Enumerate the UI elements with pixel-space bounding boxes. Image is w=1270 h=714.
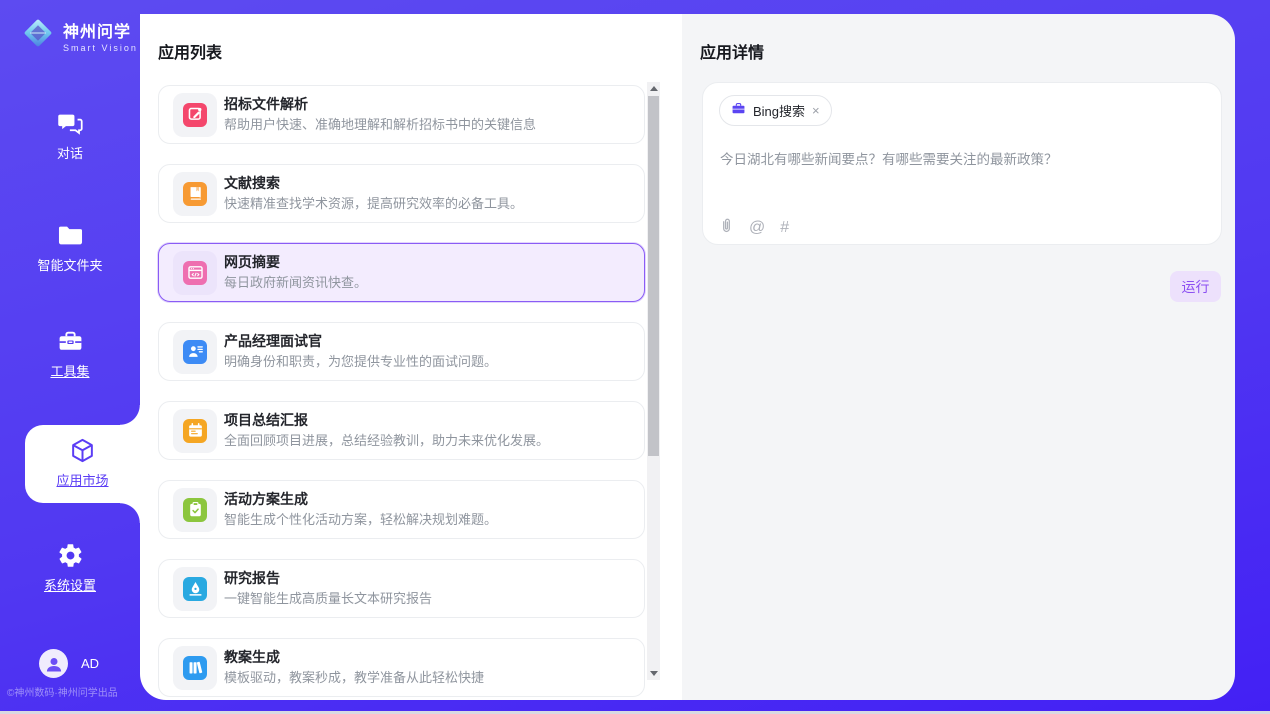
prompt-input-card[interactable]: Bing搜索 × 今日湖北有哪些新闻要点？有哪些需要关注的最新政策？ @ # (702, 82, 1222, 245)
folder-icon (57, 222, 84, 249)
app-icon-tile (173, 646, 217, 690)
app-icon-tile (173, 567, 217, 611)
app-list-title: 应用列表 (158, 39, 222, 63)
person-icon (44, 654, 64, 674)
list-scrollbar-thumb[interactable] (648, 96, 659, 456)
avatar[interactable] (39, 649, 68, 678)
at-icon[interactable]: @ (749, 220, 765, 236)
app-card-name: 教案生成 (224, 649, 484, 666)
app-icon-tile (173, 488, 217, 532)
sidebar-item-label: 系统设置 (44, 578, 96, 593)
app-card-description: 每日政府新闻资讯快查。 (224, 274, 367, 291)
document-edit-icon (183, 103, 207, 127)
app-card-description: 模板驱动，教案秒成，教学准备从此轻松快捷 (224, 669, 484, 686)
sidebar-item-label: 智能文件夹 (37, 258, 102, 273)
sidebar-item-label: 对话 (57, 146, 83, 161)
app-icon-tile (173, 172, 217, 216)
app-logo: 神州问学 Smart Vision (20, 15, 138, 56)
logo-gem-icon (20, 15, 56, 56)
app-icon-tile (173, 409, 217, 453)
app-card-description: 一键智能生成高质量长文本研究报告 (224, 590, 432, 607)
sidebar: 神州问学 Smart Vision 对话智能文件夹工具集应用市场系统设置 AD … (0, 0, 140, 714)
app-card-description: 帮助用户快速、准确地理解和解析招标书中的关键信息 (224, 116, 536, 133)
scroll-up-arrow-icon[interactable] (647, 82, 660, 95)
sidebar-item-label: 工具集 (50, 364, 89, 379)
app-card-description: 明确身份和职责，为您提供专业性的面试问题。 (224, 353, 497, 370)
copyright-footer: ©神州数码·神州问学出品 (7, 684, 137, 699)
app-icon-tile (173, 93, 217, 137)
app-card-name: 研究报告 (224, 570, 432, 587)
attach-toolbar: @ # (719, 217, 789, 239)
tool-chip-bing-search[interactable]: Bing搜索 × (719, 95, 832, 126)
chat-icon (57, 110, 84, 137)
app-card[interactable]: 产品经理面试官明确身份和职责，为您提供专业性的面试问题。 (158, 322, 645, 381)
app-card-name: 项目总结汇报 (224, 412, 549, 429)
toolbox-icon (57, 328, 84, 355)
app-card[interactable]: 文献搜索快速精准查找学术资源，提高研究效率的必备工具。 (158, 164, 645, 223)
sidebar-item-folders[interactable]: 智能文件夹 (0, 222, 140, 275)
app-card-description: 快速精准查找学术资源，提高研究效率的必备工具。 (224, 195, 523, 212)
app-detail-title: 应用详情 (700, 39, 764, 63)
cube-icon (69, 437, 96, 464)
sidebar-item-market[interactable]: 应用市场 (25, 425, 140, 503)
app-card-name: 活动方案生成 (224, 491, 497, 508)
logo-title: 神州问学 (63, 18, 138, 42)
logo-subtitle: Smart Vision (63, 43, 138, 53)
run-button[interactable]: 运行 (1170, 271, 1221, 302)
briefcase-icon (731, 101, 746, 121)
app-detail-panel: 应用详情 Bing搜索 × 今日湖北有哪些新闻要点？有哪些需要关注的最新政策？ (682, 14, 1235, 700)
app-card-name: 文献搜索 (224, 175, 523, 192)
app-icon-tile (173, 330, 217, 374)
clipboard-check-icon (183, 498, 207, 522)
app-list-panel: 应用列表 招标文件解析帮助用户快速、准确地理解和解析招标书中的关键信息文献搜索快… (140, 14, 682, 700)
sidebar-item-settings[interactable]: 系统设置 (0, 542, 140, 595)
prompt-text[interactable]: 今日湖北有哪些新闻要点？有哪些需要关注的最新政策？ (720, 150, 1200, 169)
app-card-description: 智能生成个性化活动方案，轻松解决规划难题。 (224, 511, 497, 528)
book-icon (183, 182, 207, 206)
user-initials: AD (81, 656, 99, 671)
hash-icon[interactable]: # (780, 220, 789, 236)
user-row[interactable]: AD (39, 649, 99, 678)
sidebar-item-label: 应用市场 (56, 473, 108, 488)
app-card[interactable]: 招标文件解析帮助用户快速、准确地理解和解析招标书中的关键信息 (158, 85, 645, 144)
ink-pen-icon (183, 577, 207, 601)
sidebar-item-chat[interactable]: 对话 (0, 110, 140, 163)
scroll-down-arrow-icon[interactable] (647, 667, 660, 680)
browser-code-icon (183, 261, 207, 285)
main-panel: 应用列表 招标文件解析帮助用户快速、准确地理解和解析招标书中的关键信息文献搜索快… (140, 14, 1235, 700)
app-card-name: 网页摘要 (224, 254, 367, 271)
app-card[interactable]: 教案生成模板驱动，教案秒成，教学准备从此轻松快捷 (158, 638, 645, 697)
app-card-name: 招标文件解析 (224, 96, 536, 113)
books-icon (183, 656, 207, 680)
chip-close-icon[interactable]: × (812, 104, 820, 117)
app-card[interactable]: 研究报告一键智能生成高质量长文本研究报告 (158, 559, 645, 618)
app-card-name: 产品经理面试官 (224, 333, 497, 350)
interviewer-icon (183, 340, 207, 364)
tool-chip-label: Bing搜索 (753, 101, 805, 120)
sidebar-item-tools[interactable]: 工具集 (0, 328, 140, 381)
app-card[interactable]: 活动方案生成智能生成个性化活动方案，轻松解决规划难题。 (158, 480, 645, 539)
app-icon-tile (173, 251, 217, 295)
list-scrollbar-track[interactable] (647, 82, 660, 680)
app-card[interactable]: 项目总结汇报全面回顾项目进展，总结经验教训，助力未来优化发展。 (158, 401, 645, 460)
app-card-description: 全面回顾项目进展，总结经验教训，助力未来优化发展。 (224, 432, 549, 449)
calendar-report-icon (183, 419, 207, 443)
paperclip-icon[interactable] (719, 217, 734, 239)
app-card[interactable]: 网页摘要每日政府新闻资讯快查。 (158, 243, 645, 302)
gear-icon (57, 542, 84, 569)
